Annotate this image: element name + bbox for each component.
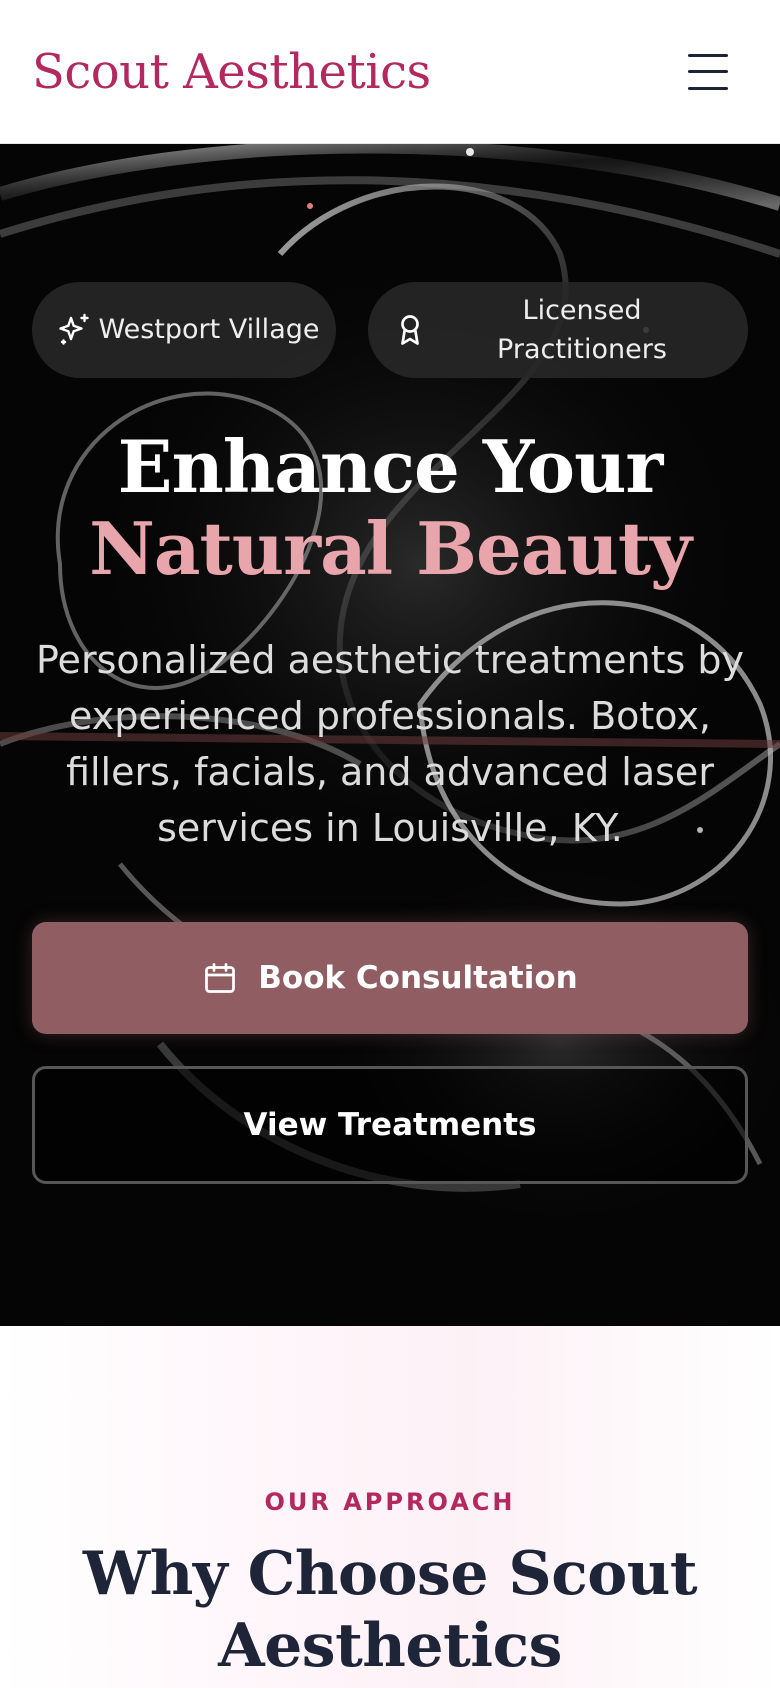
hero-subtitle: Personalized aesthetic treatments by exp…	[36, 638, 744, 850]
hero-content: Westport Village Licensed Practitioners …	[0, 144, 780, 1326]
book-consultation-label: Book Consultation	[258, 960, 578, 996]
view-treatments-label: View Treatments	[243, 1107, 537, 1143]
calendar-icon	[205, 963, 236, 993]
hero-headline: Enhance Your Natural Beauty	[0, 426, 780, 590]
site-header: Scout Aesthetics	[0, 0, 780, 144]
hero-section: Westport Village Licensed Practitioners …	[0, 144, 780, 1326]
hero-headline-line-2: Natural Beauty	[89, 506, 692, 591]
location-badge-label: Westport Village	[98, 314, 320, 346]
credentials-badge-label: Licensed Practitioners	[497, 294, 667, 365]
approach-eyebrow: OUR APPROACH	[264, 1488, 516, 1516]
sparkles-icon	[59, 313, 89, 345]
hero-headline-line-1: Enhance Your	[117, 424, 664, 509]
location-badge: Westport Village	[32, 282, 336, 378]
brand-logo[interactable]: Scout Aesthetics	[32, 44, 431, 100]
credentials-badge: Licensed Practitioners	[368, 282, 748, 378]
view-treatments-button[interactable]: View Treatments	[32, 1066, 748, 1184]
book-consultation-button[interactable]: Book Consultation	[32, 922, 748, 1034]
hamburger-menu-icon[interactable]	[688, 53, 728, 90]
approach-title: Why Choose Scout Aesthetics	[82, 1539, 698, 1681]
award-ribbon-icon	[401, 315, 419, 345]
approach-section: OUR APPROACH Why Choose Scout Aesthetics	[0, 1326, 780, 1688]
